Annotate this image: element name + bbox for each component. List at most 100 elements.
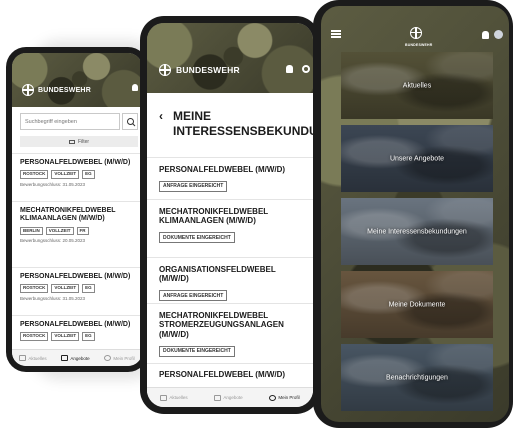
job-title: PERSONALFELDWEBEL (M/W/D)	[20, 321, 131, 328]
job-tags: BERLIN VOLLZEIT FR	[20, 226, 134, 235]
tile-notifications-label: Benachrichtigungen	[386, 374, 448, 381]
tab-bar: Aktuelles Angebote Mein Profil	[12, 349, 142, 366]
interest-title: PERSONALFELDWEBEL (M/W/D)	[159, 370, 286, 379]
search-bar	[20, 113, 138, 130]
tile-documents-label: Meine Dokumente	[388, 301, 446, 308]
job-card[interactable]: PERSONALFELDWEBEL (M/W/D) ROSTOCK VOLLZE…	[12, 267, 142, 307]
tab-news-label: Aktuelles	[169, 395, 188, 400]
phone-dashboard: BUNDESWEHR Aktuelles Unsere Angebote Mei…	[313, 0, 513, 428]
search-input[interactable]	[20, 113, 120, 130]
tab-profile[interactable]: Mein Profil	[104, 355, 135, 361]
status-badge: ANFRAGE EINGEREICHT	[159, 180, 228, 192]
phone-interests-screen: BUNDESWEHR ‹ MEINE INTERESSENSBEKUNDUNGE…	[147, 23, 313, 407]
tab-news[interactable]: Aktuelles	[160, 394, 188, 401]
interest-card[interactable]: PERSONALFELDWEBEL (M/W/D) ANFRAGE EINGER…	[147, 157, 313, 195]
job-tags: ROSTOCK VOLLZEIT EG	[20, 170, 134, 179]
interest-title: MECHATRONIKFELDWEBEL STROMERZEUGUNGSANLA…	[159, 311, 284, 339]
brand-name: BUNDESWEHR	[38, 86, 91, 94]
job-tags: ROSTOCK VOLLZEIT EG	[20, 284, 134, 293]
job-title: PERSONALFELDWEBEL (M/W/D)	[20, 159, 131, 166]
phone-job-search: BUNDESWEHR Filter PERSONALFELDWEBEL (M/W…	[6, 47, 148, 372]
brand-name: BUNDESWEHR	[405, 43, 433, 47]
news-icon	[160, 394, 168, 401]
menu-icon[interactable]	[331, 30, 341, 38]
tile-news-label: Aktuelles	[402, 82, 432, 89]
status-badge: ANFRAGE EINGEREICHT	[159, 290, 228, 302]
interest-title: ORGANISATIONSFELDWEBEL (M/W/D)	[159, 265, 276, 284]
job-title: PERSONALFELDWEBEL (M/W/D)	[20, 273, 131, 280]
tab-offers[interactable]: Angebote	[61, 355, 90, 361]
briefcase-icon	[214, 394, 222, 401]
tab-profile-label: Mein Profil	[278, 395, 300, 400]
gear-icon[interactable]	[302, 65, 310, 73]
bell-icon[interactable]	[132, 84, 138, 91]
tab-profile-label: Mein Profil	[113, 355, 135, 361]
job-tag: EG	[82, 170, 95, 179]
bell-icon[interactable]	[286, 65, 293, 73]
job-tag: VOLLZEIT	[45, 226, 74, 235]
job-tag: VOLLZEIT	[51, 284, 80, 293]
tab-news-label: Aktuelles	[28, 355, 47, 361]
tile-offers-label: Unsere Angebote	[389, 155, 445, 162]
status-badge: DOKUMENTE EINGEREICHT	[159, 232, 235, 244]
filter-button[interactable]: Filter	[20, 136, 138, 147]
job-tag: VOLLZEIT	[51, 170, 80, 179]
avatar-icon[interactable]	[494, 30, 503, 39]
bundeswehr-logo-icon	[22, 84, 34, 96]
person-icon	[269, 394, 277, 401]
job-title: MECHATRONIKFELDWEBEL KLIMAANLAGEN (M/W/D…	[20, 207, 116, 223]
tab-bar: Aktuelles Angebote Mein Profil	[147, 387, 313, 407]
job-tag: ROSTOCK	[20, 170, 49, 179]
search-icon[interactable]	[122, 113, 138, 130]
brand-name: BUNDESWEHR	[176, 65, 240, 75]
app-header: BUNDESWEHR	[321, 6, 509, 47]
filter-label: Filter	[77, 138, 90, 145]
job-tag: BERLIN	[20, 226, 43, 235]
job-card[interactable]: PERSONALFELDWEBEL (M/W/D) ROSTOCK VOLLZE…	[12, 153, 142, 193]
bundeswehr-logo-icon	[159, 64, 171, 76]
interest-card[interactable]: MECHATRONIKFELDWEBEL STROMERZEUGUNGSANLA…	[147, 303, 313, 357]
tab-profile[interactable]: Mein Profil	[269, 394, 300, 401]
tile-news[interactable]: Aktuelles	[341, 52, 493, 119]
job-tag: FR	[76, 226, 89, 235]
job-deadline: Bewerbungsschluss: 20.05.2023	[20, 238, 86, 243]
interest-title: MECHATRONIKFELDWEBEL KLIMAANLAGEN (M/W/D…	[159, 207, 269, 226]
tile-offers[interactable]: Unsere Angebote	[341, 125, 493, 192]
tab-offers-label: Angebote	[223, 395, 243, 400]
filter-icon	[68, 139, 75, 144]
job-card[interactable]: PERSONALFELDWEBEL (M/W/D) ROSTOCK VOLLZE…	[12, 315, 142, 345]
bundeswehr-logo-icon	[410, 26, 422, 39]
status-badge: DOKUMENTE EINGEREICHT	[159, 345, 235, 357]
tile-notifications[interactable]: Benachrichtigungen	[341, 344, 493, 411]
app-header: BUNDESWEHR	[12, 53, 142, 107]
briefcase-icon	[61, 355, 69, 361]
phone-job-search-screen: BUNDESWEHR Filter PERSONALFELDWEBEL (M/W…	[12, 53, 142, 366]
person-icon	[104, 355, 112, 361]
tab-news[interactable]: Aktuelles	[19, 355, 47, 361]
tile-interests-label: Meine Interessensbekundungen	[367, 228, 467, 235]
job-deadline: Bewerbungsschluss: 31.05.2023	[20, 181, 86, 187]
interest-card[interactable]: ORGANISATIONSFELDWEBEL (M/W/D) ANFRAGE E…	[147, 257, 313, 302]
job-tag: EG	[82, 332, 95, 341]
phone-dashboard-screen: BUNDESWEHR Aktuelles Unsere Angebote Mei…	[321, 6, 509, 422]
tab-offers-label: Angebote	[70, 355, 90, 361]
app-header: BUNDESWEHR	[147, 23, 313, 93]
interest-card[interactable]: MECHATRONIKFELDWEBEL KLIMAANLAGEN (M/W/D…	[147, 199, 313, 249]
app-showcase: BUNDESWEHR Filter PERSONALFELDWEBEL (M/W…	[0, 0, 513, 433]
job-tag: EG	[82, 284, 95, 293]
news-icon	[19, 355, 27, 361]
job-tag: ROSTOCK	[20, 332, 49, 341]
back-button[interactable]: ‹	[159, 110, 163, 122]
job-tag: ROSTOCK	[20, 284, 49, 293]
tile-interests[interactable]: Meine Interessensbekundungen	[341, 198, 493, 265]
phone-interests: BUNDESWEHR ‹ MEINE INTERESSENSBEKUNDUNGE…	[140, 16, 320, 414]
page-title: MEINE INTERESSENSBEKUNDUNGEN	[173, 109, 313, 138]
tab-offers[interactable]: Angebote	[214, 394, 243, 401]
job-card[interactable]: MECHATRONIKFELDWEBEL KLIMAANLAGEN (M/W/D…	[12, 201, 142, 259]
job-tags: ROSTOCK VOLLZEIT EG	[20, 332, 134, 341]
job-deadline: Bewerbungsschluss: 31.05.2023	[20, 295, 86, 301]
tile-documents[interactable]: Meine Dokumente	[341, 271, 493, 338]
page-header: ‹ MEINE INTERESSENSBEKUNDUNGEN	[159, 109, 313, 138]
bell-icon[interactable]	[482, 31, 489, 39]
interest-title: PERSONALFELDWEBEL (M/W/D)	[159, 165, 286, 174]
